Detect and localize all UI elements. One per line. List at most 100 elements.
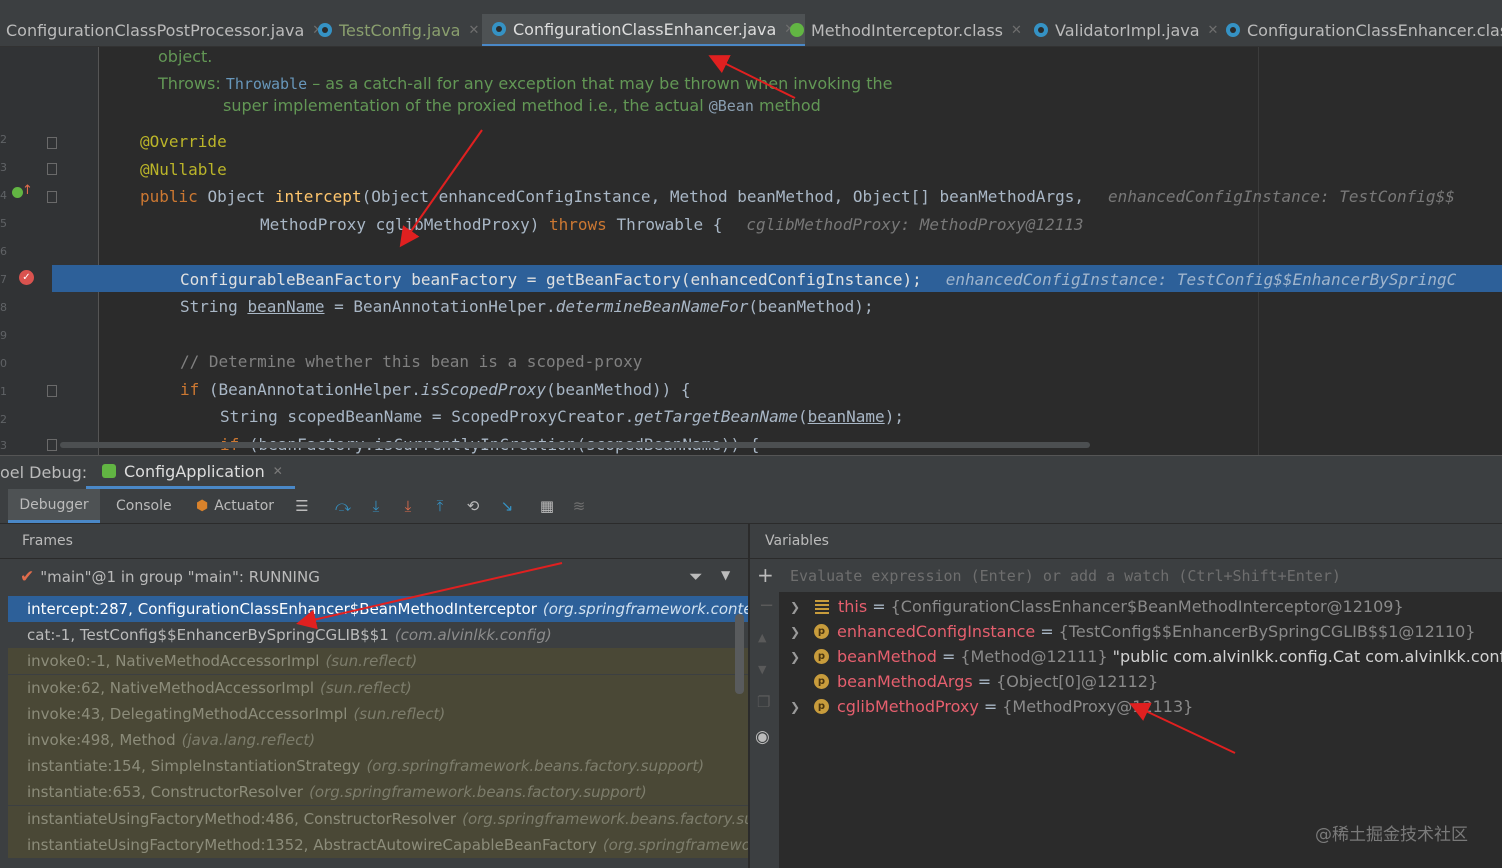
- evaluate-expression-input[interactable]: Evaluate expression (Enter) or add a wat…: [779, 559, 1502, 593]
- fold-icon[interactable]: [47, 137, 57, 149]
- watermark: @稀土掘金技术社区: [1315, 825, 1468, 845]
- copy-icon[interactable]: ❐: [757, 693, 770, 711]
- tab-label: ConfigurationClassEnhancer.class: [1247, 20, 1502, 40]
- force-step-into-icon[interactable]: ⤓: [399, 497, 417, 515]
- chevron-down-icon[interactable]: ▼: [721, 568, 730, 582]
- frames-scrollbar[interactable]: [735, 614, 744, 694]
- tab-actuator[interactable]: ⬢ Actuator: [196, 489, 274, 523]
- code-line-override[interactable]: @Override: [140, 132, 227, 151]
- code-comment[interactable]: // Determine whether this bean is a scop…: [180, 352, 642, 371]
- parameter-icon: p: [814, 624, 829, 639]
- remove-watch-icon[interactable]: −: [759, 595, 774, 616]
- move-up-icon[interactable]: ▲: [758, 631, 766, 644]
- tab-label: TestConfig.java: [339, 20, 461, 40]
- frame-row[interactable]: instantiateUsingFactoryMethod:1352, Abst…: [8, 831, 748, 858]
- frame-row[interactable]: invoke:62, NativeMethodAccessorImpl (sun.…: [8, 674, 748, 701]
- frame-row[interactable]: invoke:498, Method (java.lang.reflect): [8, 727, 748, 753]
- expand-chevron-icon[interactable]: ❯: [790, 600, 810, 614]
- tab-console[interactable]: Console: [116, 489, 172, 523]
- frames-panel: Frames ✔ "main"@1 in group "main": RUNNI…: [0, 524, 748, 868]
- expand-chevron-icon[interactable]: ❯: [790, 700, 810, 714]
- menu-icon[interactable]: ☰: [293, 497, 311, 515]
- check-icon: ✔: [20, 567, 35, 587]
- frame-row[interactable]: invoke:43, DelegatingMethodAccessorImpl (…: [8, 700, 748, 727]
- frame-row[interactable]: instantiate:653, ConstructorResolver (org…: [8, 779, 748, 806]
- variable-row[interactable]: ❯ p cglibMethodProxy = {MethodProxy@12113}: [790, 694, 1193, 719]
- right-margin-guide: [1258, 47, 1259, 455]
- code-line-current[interactable]: ConfigurableBeanFactory beanFactory = ge…: [180, 270, 1456, 289]
- variable-value: {TestConfig$$EnhancerBySpringCGLIB$$1@12…: [1058, 622, 1476, 641]
- run-to-cursor-icon[interactable]: ↘: [498, 497, 516, 515]
- close-icon[interactable]: ✕: [273, 464, 283, 478]
- frame-row[interactable]: cat:-1, TestConfig$$EnhancerBySpringCGLI…: [8, 622, 748, 649]
- variable-value: {MethodProxy@12113}: [1002, 697, 1194, 716]
- tab-validator-impl[interactable]: ValidatorImpl.java ✕: [1034, 14, 1218, 46]
- code-line[interactable]: String scopedBeanName = ScopedProxyCreat…: [220, 407, 904, 426]
- run-config-icon: [102, 464, 116, 478]
- frame-row[interactable]: invoke0:-1, NativeMethodAccessorImpl (sun…: [8, 648, 748, 675]
- fold-icon[interactable]: [47, 385, 57, 397]
- code-line[interactable]: String beanName = BeanAnnotationHelper.d…: [180, 297, 874, 316]
- expand-chevron-icon[interactable]: ❯: [790, 625, 810, 639]
- evaluate-expression-icon[interactable]: ▦: [538, 497, 556, 515]
- frame-package: (com.alvinlkk.config): [394, 626, 552, 645]
- close-icon[interactable]: ✕: [1208, 23, 1219, 38]
- line-number: 7: [0, 273, 7, 286]
- equals-sign: =: [977, 672, 992, 691]
- tab-configuration-class-enhancer-java[interactable]: ConfigurationClassEnhancer.java✕: [482, 14, 806, 46]
- frame-row[interactable]: instantiate:154, SimpleInstantiationStra…: [8, 753, 748, 780]
- drop-frame-icon[interactable]: ⟲: [464, 497, 482, 515]
- fold-icon[interactable]: [47, 439, 57, 451]
- thread-selector[interactable]: ✔ "main"@1 in group "main": RUNNING ⏷ ▼: [0, 559, 748, 595]
- breakpoint-icon[interactable]: ✓: [19, 270, 34, 285]
- code-line[interactable]: if (BeanAnnotationHelper.isScopedProxy(b…: [180, 380, 691, 399]
- variables-side-toolbar: + − ▲ ▼ ❐ ◉: [750, 559, 779, 868]
- close-icon[interactable]: ✕: [468, 23, 479, 38]
- variables-panel: Variables + − ▲ ▼ ❐ ◉ Evaluate expressio…: [749, 524, 1502, 868]
- class-icon: [318, 23, 332, 37]
- code-line-signature[interactable]: public Object intercept(Object enhancedC…: [140, 187, 1455, 206]
- editor-gutter[interactable]: 2 3 4 5 6 7 8 9 0 1 2 3 ↑ ✓: [0, 47, 99, 455]
- step-into-icon[interactable]: ⤓: [367, 497, 385, 515]
- fold-icon[interactable]: [47, 163, 57, 175]
- tab-config-application[interactable]: ConfigApplication ✕: [86, 456, 295, 489]
- watch-eye-icon[interactable]: ◉: [755, 727, 770, 747]
- add-watch-icon[interactable]: +: [757, 563, 774, 587]
- class-icon: [492, 22, 506, 36]
- variable-name: beanMethodArgs: [837, 672, 973, 691]
- filter-icon[interactable]: ⏷: [689, 567, 703, 587]
- frame-package: (org.springframework: [602, 835, 748, 854]
- horizontal-scrollbar[interactable]: [60, 442, 1090, 448]
- tab-debugger[interactable]: Debugger: [8, 489, 100, 523]
- move-down-icon[interactable]: ▼: [758, 663, 766, 676]
- line-number: 9: [0, 329, 7, 342]
- variable-string-value: "public com.alvinlkk.config.Cat com.alvi…: [1112, 647, 1502, 666]
- frame-package: (java.lang.reflect): [181, 731, 316, 749]
- step-over-icon[interactable]: ⤼: [334, 497, 352, 515]
- frame-row[interactable]: intercept:287, ConfigurationClassEnhance…: [8, 596, 748, 622]
- frame-method: instantiateUsingFactoryMethod:486, Const…: [27, 809, 457, 828]
- variable-row[interactable]: p beanMethodArgs = {Object[0]@12112}: [790, 669, 1158, 694]
- expand-chevron-icon[interactable]: ❯: [790, 650, 810, 664]
- tab-method-interceptor[interactable]: MethodInterceptor.class ✕: [790, 14, 1022, 46]
- variable-name: beanMethod: [837, 647, 937, 666]
- variable-row[interactable]: ❯ p beanMethod = {Method@12111} "public com.a…: [790, 644, 1502, 669]
- session-label: ConfigApplication: [124, 461, 265, 481]
- frame-row[interactable]: instantiateUsingFactoryMethod:486, Const…: [8, 805, 748, 832]
- tab-configuration-class-post-processor[interactable]: ConfigurationClassPostProcessor.java✕: [6, 14, 323, 46]
- frame-package: (sun.reflect): [325, 652, 418, 671]
- close-icon[interactable]: ✕: [1011, 23, 1022, 38]
- tab-test-config[interactable]: TestConfig.java ✕: [318, 14, 479, 46]
- variable-row[interactable]: ❯ this = {ConfigurationClassEnhancer$BeanMe…: [790, 594, 1404, 619]
- debugger-toolbar: Debugger Console ⬢ Actuator ☰ ⤼ ⤓ ⤓ ⤒ ⟲ ↘…: [0, 489, 1502, 524]
- trace-icon[interactable]: ≋: [570, 497, 588, 515]
- code-line-nullable[interactable]: @Nullable: [140, 160, 227, 179]
- code-line-signature-cont[interactable]: MethodProxy cglibMethodProxy) throws Thr…: [260, 215, 1084, 234]
- line-number: 3: [0, 439, 7, 452]
- variable-value: {Method@12111}: [960, 647, 1108, 666]
- step-out-icon[interactable]: ⤒: [431, 497, 449, 515]
- code-editor[interactable]: 2 3 4 5 6 7 8 9 0 1 2 3 ↑ ✓ object. Thro…: [0, 47, 1502, 455]
- fold-icon[interactable]: [47, 191, 57, 203]
- tab-configuration-class-enhancer-class[interactable]: ConfigurationClassEnhancer.class: [1226, 14, 1502, 46]
- variable-row[interactable]: ❯ p enhancedConfigInstance = {TestConfig$$En…: [790, 619, 1475, 644]
